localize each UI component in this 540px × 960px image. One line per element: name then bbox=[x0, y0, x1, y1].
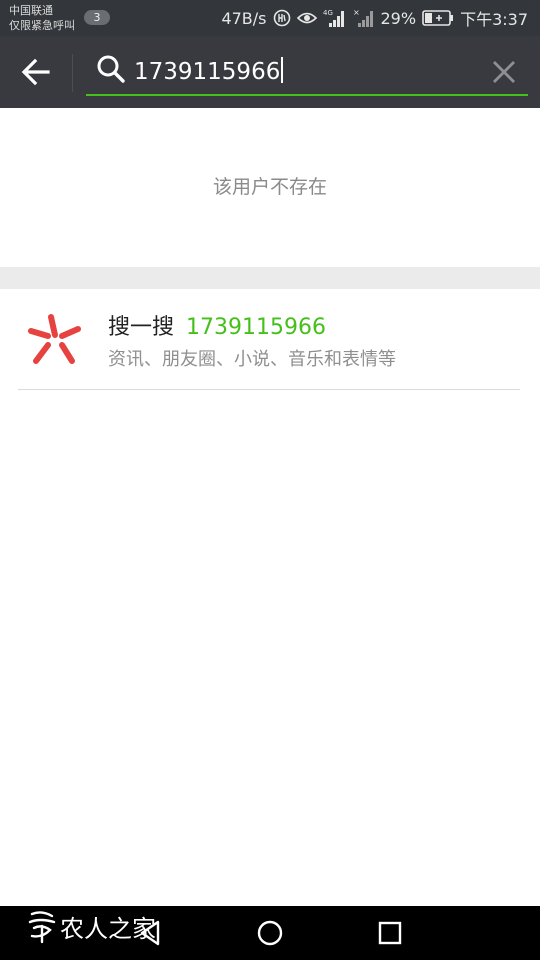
search-query: 1739115966 bbox=[134, 59, 281, 85]
arrow-left-icon bbox=[21, 58, 50, 86]
carrier-status: 仅限紧急呼叫 bbox=[9, 19, 75, 32]
section-separator bbox=[0, 267, 540, 289]
user-not-found-message: 该用户不存在 bbox=[212, 176, 327, 198]
status-bar: 中国联通 仅限紧急呼叫 3 47B/s 4G × 29% 下午3:37 bbox=[0, 0, 540, 36]
signal-no-sim-icon: × bbox=[353, 8, 375, 28]
sousou-title: 搜一搜 1739115966 bbox=[108, 309, 326, 341]
sousou-search-item[interactable]: 搜一搜 1739115966 资讯、朋友圈、小说、音乐和表情等 bbox=[0, 289, 540, 389]
signal-4g-icon: 4G bbox=[323, 8, 347, 28]
status-indicators: 47B/s 4G × 29% 下午3:37 bbox=[221, 0, 528, 36]
battery-charging-icon bbox=[422, 10, 454, 26]
svg-text:4G: 4G bbox=[323, 9, 333, 17]
sousou-label: 搜一搜 bbox=[108, 315, 175, 340]
search-header: 1739115966 bbox=[0, 36, 540, 108]
svg-text:×: × bbox=[353, 8, 360, 17]
back-button[interactable] bbox=[20, 58, 52, 86]
notification-count-badge: 3 bbox=[84, 10, 110, 25]
clock: 下午3:37 bbox=[460, 10, 528, 29]
eye-comfort-icon bbox=[296, 10, 317, 26]
sousou-subtitle: 资讯、朋友圈、小说、音乐和表情等 bbox=[108, 349, 396, 370]
sousou-logo-icon bbox=[28, 313, 82, 367]
battery-percent: 29% bbox=[380, 8, 417, 28]
carrier-name: 中国联通 bbox=[9, 4, 53, 17]
nav-recents-button[interactable] bbox=[375, 918, 405, 948]
sousou-keyword: 1739115966 bbox=[186, 315, 326, 340]
watermark-logo-icon bbox=[28, 911, 56, 944]
search-input[interactable]: 1739115966 bbox=[134, 56, 464, 88]
nav-home-button[interactable] bbox=[255, 918, 285, 948]
close-icon bbox=[493, 61, 515, 83]
net-speed: 47B/s bbox=[221, 8, 267, 28]
carrier-info: 中国联通 仅限紧急呼叫 bbox=[9, 3, 75, 33]
clear-search-button[interactable] bbox=[490, 58, 518, 86]
watermark: 农人之家 bbox=[24, 906, 156, 946]
search-underline bbox=[86, 94, 528, 96]
header-divider bbox=[72, 54, 73, 92]
row-divider bbox=[18, 389, 520, 390]
search-icon bbox=[96, 54, 126, 84]
watermark-text: 农人之家 bbox=[60, 914, 156, 943]
square-recents-icon bbox=[378, 921, 402, 945]
text-cursor bbox=[281, 57, 284, 83]
hd-call-icon bbox=[273, 9, 291, 27]
circle-home-icon bbox=[257, 920, 283, 946]
